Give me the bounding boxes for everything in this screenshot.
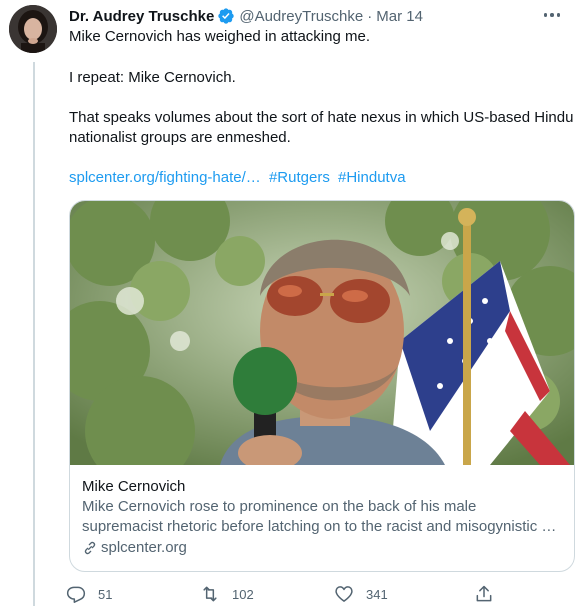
author-handle[interactable]: @AudreyTruschke xyxy=(239,8,363,25)
author-name[interactable]: Dr. Audrey Truschke xyxy=(69,8,214,25)
retweet-count: 102 xyxy=(232,586,254,602)
more-options-icon[interactable] xyxy=(540,5,564,25)
card-description: Mike Cernovich rose to prominence on the… xyxy=(82,497,567,537)
tweet-links: splcenter.org/fighting-hate/… #Rutgers #… xyxy=(69,168,406,188)
thread-connector-line xyxy=(33,62,35,606)
tweet-text-line: I repeat: Mike Cernovich. xyxy=(69,69,236,86)
verified-badge-icon xyxy=(217,7,235,25)
hashtag-rutgers[interactable]: #Rutgers xyxy=(269,169,330,186)
reply-button[interactable]: 51 xyxy=(66,584,112,604)
link-preview-card[interactable]: Mike Cernovich Mike Cernovich rose to pr… xyxy=(69,200,575,572)
avatar-photo xyxy=(9,5,57,53)
card-domain: splcenter.org xyxy=(82,538,567,558)
card-description-line: supremacist rhetoric before latching on … xyxy=(82,518,557,535)
share-button[interactable] xyxy=(474,584,494,604)
avatar[interactable] xyxy=(9,5,57,53)
link-icon xyxy=(84,541,96,555)
tweet-text-line: Mike Cernovich has weighed in attacking … xyxy=(69,28,370,45)
card-domain-text: splcenter.org xyxy=(101,539,187,556)
card-info: Mike Cernovich Mike Cernovich rose to pr… xyxy=(82,477,567,558)
reply-count: 51 xyxy=(98,586,113,602)
tweet-header: Dr. Audrey Truschke @AudreyTruschke · Ma… xyxy=(69,6,423,26)
share-icon xyxy=(476,585,492,602)
url-link[interactable]: splcenter.org/fighting-hate/… xyxy=(69,169,261,186)
tweet-actions: 51 102 341 xyxy=(66,584,506,606)
tweet-text-line: That speaks volumes about the sort of ha… xyxy=(69,109,574,126)
tweet-date[interactable]: Mar 14 xyxy=(376,8,423,25)
hashtag-hindutva[interactable]: #Hindutva xyxy=(338,169,406,186)
retweet-button[interactable]: 102 xyxy=(200,584,254,604)
reply-icon xyxy=(66,586,86,603)
retweet-icon xyxy=(203,586,217,602)
card-image xyxy=(70,201,574,486)
card-description-line: Mike Cernovich rose to prominence on the… xyxy=(82,498,477,515)
tweet-text-line: nationalist groups are enmeshed. xyxy=(69,129,291,146)
like-button[interactable]: 341 xyxy=(334,584,388,604)
heart-icon xyxy=(335,586,353,602)
like-count: 341 xyxy=(366,586,388,602)
header-separator: · xyxy=(367,7,373,25)
card-title: Mike Cernovich xyxy=(82,478,186,495)
